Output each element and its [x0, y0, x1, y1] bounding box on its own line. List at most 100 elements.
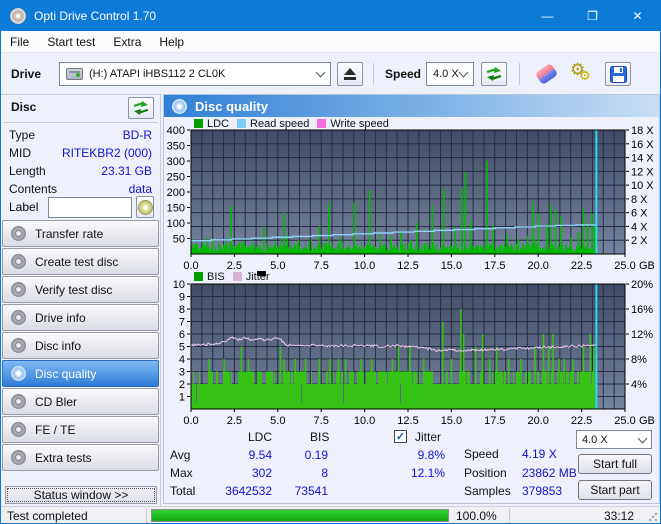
disc-field-length: Length 23.31 GB: [9, 162, 152, 180]
stat-jitter-value: 12.1%: [410, 466, 445, 480]
menu-help[interactable]: Help: [150, 32, 193, 52]
sidebar-item-cd-bler[interactable]: CD Bler: [2, 388, 159, 415]
marker: [257, 271, 266, 276]
eject-icon: [344, 68, 356, 75]
sidebar-item-disc-quality[interactable]: Disc quality: [2, 360, 159, 387]
elapsed-time: 33:12: [603, 509, 634, 523]
eject-button[interactable]: [337, 62, 363, 86]
minimize-button[interactable]: —: [525, 1, 570, 31]
cd-icon: [11, 338, 26, 353]
refresh-button[interactable]: [481, 62, 507, 86]
maximize-button[interactable]: ❐: [570, 1, 615, 31]
sidebar-item-label: Extra tests: [35, 450, 92, 465]
samples-stat-label: Samples: [464, 484, 511, 498]
resize-grip[interactable]: [648, 512, 658, 522]
check-icon: ✓: [395, 431, 406, 443]
svg-text:4 X: 4 X: [631, 221, 648, 233]
disc-field-label: Type: [9, 128, 36, 142]
sidebar-item-verify-test-disc[interactable]: Verify test disc: [2, 276, 159, 303]
sidebar-item-label: Drive info: [35, 310, 86, 325]
close-button[interactable]: ✕: [615, 1, 660, 31]
svg-text:200: 200: [167, 187, 185, 199]
menu-extra[interactable]: Extra: [104, 32, 150, 52]
svg-text:10: 10: [173, 279, 185, 291]
start-full-button[interactable]: Start full: [578, 454, 652, 474]
svg-text:1: 1: [179, 392, 185, 404]
samples-stat-value: 379853: [522, 484, 563, 498]
svg-text:300: 300: [167, 156, 185, 168]
stat-row-label: Total: [170, 484, 196, 498]
svg-text:8: 8: [179, 304, 185, 316]
stats-col-ldc: LDC: [248, 430, 273, 444]
settings-button[interactable]: ⚙ ⚙: [567, 60, 597, 87]
drive-select[interactable]: (H:) ATAPI iHBS112 2 CL0K: [59, 62, 331, 86]
position-stat-value: 23862 MB: [522, 466, 577, 480]
sidebar-item-disc-info[interactable]: Disc info: [2, 332, 159, 359]
disc-refresh-button[interactable]: [128, 97, 154, 119]
sidebar-nav: Transfer rate Create test disc Verify test…: [1, 219, 160, 471]
svg-text:10 X: 10 X: [631, 180, 654, 192]
sidebar-item-label: Create test disc: [35, 254, 119, 269]
sidebar-item-label: Disc info: [35, 338, 82, 353]
speed-select-bottom[interactable]: 4.0 X: [576, 430, 652, 449]
sidebar-item-fe-te[interactable]: FE / TE: [2, 416, 159, 443]
app-icon: [10, 8, 26, 24]
toolbar: Drive (H:) ATAPI iHBS112 2 CL0K Speed 4.…: [1, 53, 660, 94]
svg-text:50: 50: [173, 234, 185, 246]
cd-icon: [11, 254, 26, 269]
sidebar-item-label: CD Bler: [35, 394, 78, 409]
svg-text:150: 150: [167, 203, 185, 215]
divider: [3, 122, 158, 123]
sidebar-item-label: Verify test disc: [35, 282, 113, 297]
sidebar-item-extra-tests[interactable]: Extra tests: [2, 444, 159, 471]
stat-bis-value: 73541: [294, 484, 328, 498]
ldc-chart: LDC Read speed Write speed 50 100 150 200 250 3…: [164, 117, 659, 273]
drive-icon: [66, 68, 83, 80]
refresh-arrows-icon: [486, 67, 502, 81]
svg-text:10.0: 10.0: [354, 415, 375, 427]
chevron-down-icon: [315, 67, 326, 78]
divider: [146, 508, 147, 523]
svg-text:5: 5: [179, 342, 185, 354]
svg-text:17.5: 17.5: [484, 415, 505, 427]
app-window: Opti Drive Control 1.70 — ❐ ✕ File Start …: [0, 0, 661, 524]
save-button[interactable]: [605, 62, 631, 86]
svg-text:7.5: 7.5: [314, 415, 329, 427]
sidebar-item-create-test-disc[interactable]: Create test disc: [2, 248, 159, 275]
disc-field-label: Length: [9, 164, 46, 178]
stat-bis-value: 0.19: [304, 448, 328, 462]
svg-text:20%: 20%: [631, 279, 653, 291]
bis-chart-plot: 12345678910 4% 8% 12% 16% 20% 0.0 2.5 5.0 7.5 10.0…: [173, 279, 655, 427]
status-window-button[interactable]: Status window >>: [5, 486, 157, 504]
bis-legend-swatch: [194, 272, 203, 281]
cd-icon: [11, 422, 26, 437]
svg-text:250: 250: [167, 172, 185, 184]
drive-select-value: (H:) ATAPI iHBS112 2 CL0K: [89, 68, 226, 80]
jitter-checkbox-label: Jitter: [415, 430, 442, 444]
svg-text:2.5: 2.5: [227, 415, 242, 427]
erase-button[interactable]: [531, 61, 561, 87]
jitter-checkbox[interactable]: ✓: [394, 430, 407, 443]
svg-text:18 X: 18 X: [631, 125, 654, 137]
sidebar-item-label: Transfer rate: [35, 226, 104, 241]
start-part-button[interactable]: Start part: [578, 480, 652, 500]
speed-select[interactable]: 4.0 X: [426, 62, 474, 86]
svg-text:4%: 4%: [631, 379, 647, 391]
speed-select-value: 4.0 X: [433, 68, 459, 80]
position-stat-label: Position: [464, 466, 507, 480]
svg-text:12 X: 12 X: [631, 166, 654, 178]
menu-start-test[interactable]: Start test: [38, 32, 104, 52]
sidebar-item-drive-info[interactable]: Drive info: [2, 304, 159, 331]
sidebar-item-transfer-rate[interactable]: Transfer rate: [2, 220, 159, 247]
disc-quality-icon: [172, 98, 187, 114]
ldc-chart-legend: LDC Read speed Write speed: [194, 117, 397, 130]
legend-label: Read speed: [250, 117, 310, 130]
svg-text:5.0: 5.0: [270, 415, 285, 427]
stat-ldc-value: 3642532: [225, 484, 272, 498]
menu-file[interactable]: File: [1, 32, 38, 52]
label-input[interactable]: [48, 196, 133, 218]
disc-field-value: RITEKBR2 (000): [61, 146, 152, 160]
disc-label-button[interactable]: [136, 196, 154, 218]
svg-text:15.0: 15.0: [441, 415, 462, 427]
divider: [509, 508, 510, 523]
